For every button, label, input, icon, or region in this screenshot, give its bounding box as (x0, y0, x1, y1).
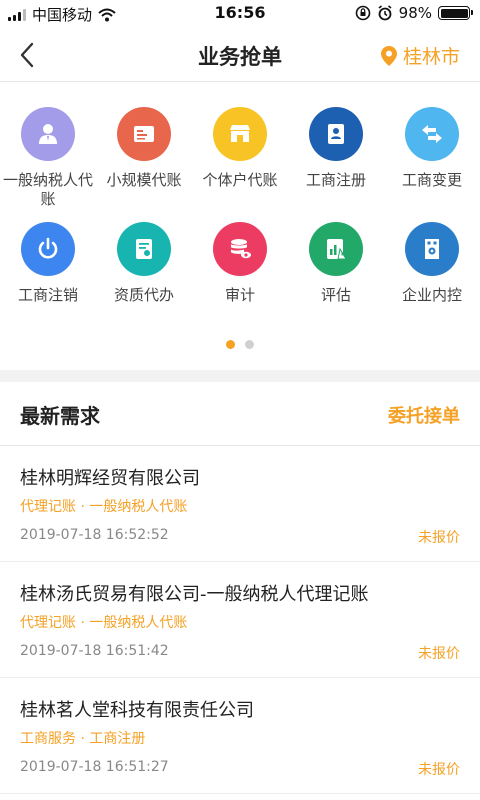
status-right: 98% (355, 4, 473, 22)
orientation-lock-icon (355, 5, 370, 21)
service-label: 小规模代账 (106, 171, 182, 189)
service-label: 审计 (224, 286, 255, 304)
service-circle (405, 222, 459, 276)
power-icon (38, 237, 58, 259)
service-circle (117, 222, 171, 276)
demand-status: 未报价 (418, 530, 460, 546)
service-internal-control[interactable]: 企业内控 (384, 222, 480, 305)
demand-time: 2019-07-18 16:51:27 (20, 759, 169, 775)
section-divider (0, 370, 480, 382)
exchange-arrows-icon (422, 125, 442, 143)
service-circle (405, 107, 459, 161)
service-audit[interactable]: 审计 (192, 222, 288, 305)
service-circle (21, 107, 75, 161)
demand-list: 桂林明辉经贸有限公司 代理记账 · 一般纳税人代账 2019-07-18 16:… (0, 446, 480, 794)
demand-company: 桂林汤氏贸易有限公司-一般纳税人代理记账 (20, 584, 369, 605)
demand-company: 桂林明辉经贸有限公司 (20, 468, 200, 489)
battery-icon (438, 6, 473, 20)
latest-demands-header: 最新需求 委托接单 (0, 382, 480, 446)
location-pin-icon (380, 45, 397, 66)
registration-doc-icon (328, 124, 344, 144)
nav-bar: 业务抢单 桂林市 (0, 28, 480, 82)
service-deregistration[interactable]: 工商注销 (0, 222, 96, 305)
location-label: 桂林市 (402, 46, 460, 68)
demand-time: 2019-07-18 16:51:42 (20, 643, 169, 659)
building-gear-icon (425, 239, 439, 259)
service-circle (117, 107, 171, 161)
demand-item[interactable]: 桂林汤氏贸易有限公司-一般纳税人代理记账 代理记账 · 一般纳税人代账 2019… (0, 562, 480, 678)
demand-tags: 代理记账 · 一般纳税人代账 (20, 615, 188, 631)
service-circle (213, 107, 267, 161)
service-label: 工商变更 (401, 171, 462, 189)
demand-status: 未报价 (418, 762, 460, 778)
location-selector[interactable]: 桂林市 (380, 42, 460, 69)
page-dot-active[interactable] (226, 340, 235, 349)
demand-item[interactable]: 桂林茗人堂科技有限责任公司 工商服务 · 工商注册 2019-07-18 16:… (0, 678, 480, 794)
service-label: 一般纳税人代账 (2, 171, 93, 208)
service-label: 工商注销 (17, 286, 78, 304)
service-registration[interactable]: 工商注册 (288, 107, 384, 190)
store-icon (230, 125, 250, 142)
demand-time: 2019-07-18 16:52:52 (20, 527, 169, 543)
ledger-icon (134, 126, 154, 142)
battery-percent: 98% (398, 4, 432, 22)
service-grid: 一般纳税人代账 小规模代账 个体户代账 工商注册 工商变更 工商注销 资质代办 … (0, 82, 480, 372)
database-eye-icon (231, 239, 251, 259)
service-label: 个体户代账 (202, 171, 278, 189)
service-circle (309, 107, 363, 161)
section-title: 最新需求 (20, 404, 100, 428)
page-indicator (0, 340, 480, 349)
demand-tags: 代理记账 · 一般纳税人代账 (20, 499, 188, 515)
service-label: 资质代办 (113, 286, 174, 304)
demand-company: 桂林茗人堂科技有限责任公司 (20, 700, 254, 721)
page-dot[interactable] (245, 340, 254, 349)
service-small-scale[interactable]: 小规模代账 (96, 107, 192, 190)
service-label: 企业内控 (401, 286, 462, 304)
demand-tags: 工商服务 · 工商注册 (20, 731, 146, 747)
status-bar: 中国移动 16:56 98% (0, 0, 480, 28)
entrust-order-link[interactable]: 委托接单 (388, 402, 460, 428)
service-label: 评估 (320, 286, 351, 304)
person-icon (39, 124, 57, 144)
certificate-icon (136, 239, 152, 259)
service-circle (213, 222, 267, 276)
chart-doc-icon (327, 239, 347, 260)
alarm-icon (378, 5, 392, 21)
service-general-taxpayer[interactable]: 一般纳税人代账 (0, 107, 96, 209)
service-qualification[interactable]: 资质代办 (96, 222, 192, 305)
service-circle (309, 222, 363, 276)
service-label: 工商注册 (305, 171, 366, 189)
service-evaluation[interactable]: 评估 (288, 222, 384, 305)
service-change[interactable]: 工商变更 (384, 107, 480, 190)
service-individual[interactable]: 个体户代账 (192, 107, 288, 190)
demand-item[interactable]: 桂林明辉经贸有限公司 代理记账 · 一般纳税人代账 2019-07-18 16:… (0, 446, 480, 562)
demand-status: 未报价 (418, 646, 460, 662)
service-circle (21, 222, 75, 276)
